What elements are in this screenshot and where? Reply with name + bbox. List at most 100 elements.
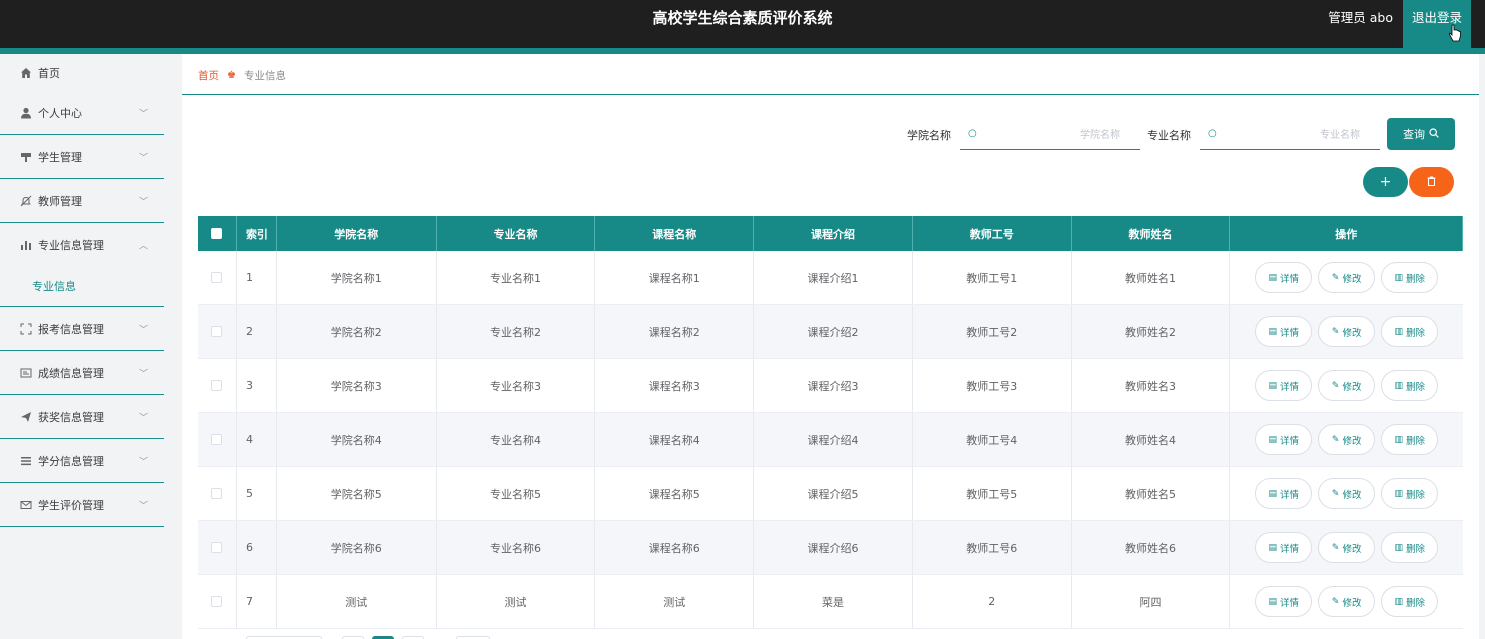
row-checkbox[interactable] bbox=[211, 434, 223, 445]
batch-delete-button[interactable] bbox=[1409, 167, 1454, 197]
table-cell: 专业名称2 bbox=[437, 305, 596, 358]
menu-icon bbox=[20, 455, 32, 467]
sidebar-item-label: 学生管理 bbox=[38, 150, 82, 164]
search-icon bbox=[1429, 127, 1439, 141]
row-checkbox[interactable] bbox=[211, 272, 223, 283]
college-search-box: ○ bbox=[960, 120, 1140, 150]
header-cell: 操作 bbox=[1230, 216, 1464, 251]
mail-icon bbox=[20, 499, 32, 511]
delete-button[interactable]: ▥ 删除 bbox=[1381, 586, 1439, 617]
sidebar-subitem-major-info[interactable]: 专业信息 bbox=[0, 267, 164, 307]
sidebar: 首页 个人中心 ﹀ 学生管理 ﹀ 教师管理 ﹀ 专业信息管理 ︿ 专业信息 报考… bbox=[0, 54, 164, 639]
header-cell: 专业名称 bbox=[437, 216, 596, 251]
trash-icon: ▥ bbox=[1394, 542, 1403, 553]
header-cell: 教师姓名 bbox=[1072, 216, 1231, 251]
table-cell: 教师工号3 bbox=[913, 359, 1072, 412]
delete-button-label: 删除 bbox=[1405, 273, 1425, 285]
sidebar-item-award-management[interactable]: 获奖信息管理 ﹀ bbox=[0, 395, 164, 439]
row-checkbox[interactable] bbox=[211, 488, 223, 499]
chevron-down-icon: ﹀ bbox=[138, 109, 148, 119]
table-cell: 学院名称2 bbox=[277, 305, 437, 358]
edit-button[interactable]: ✎ 修改 bbox=[1318, 478, 1376, 509]
major-search-input[interactable] bbox=[1224, 125, 1360, 145]
detail-button-label: 详情 bbox=[1279, 435, 1299, 447]
table-cell: 专业名称1 bbox=[437, 251, 596, 304]
delete-button[interactable]: ▥ 删除 bbox=[1381, 424, 1439, 455]
sidebar-item-student-management[interactable]: 学生管理 ﹀ bbox=[0, 135, 164, 179]
trash-icon: ▥ bbox=[1394, 272, 1403, 283]
sidebar-item-home[interactable]: 首页 bbox=[0, 54, 164, 91]
edit-button[interactable]: ✎ 修改 bbox=[1318, 532, 1376, 563]
table-cell: 课程介绍2 bbox=[754, 305, 913, 358]
edit-button[interactable]: ✎ 修改 bbox=[1318, 262, 1376, 293]
table-row: 3 学院名称3 专业名称3 课程名称3 课程介绍3 教师工号3 教师姓名3 ▤ 详情 ✎ 修改 ▥ 删除 bbox=[198, 359, 1463, 413]
document-icon: ▤ bbox=[1268, 542, 1277, 553]
sidebar-item-application-management[interactable]: 报考信息管理 ﹀ bbox=[0, 307, 164, 351]
row-checkbox[interactable] bbox=[211, 596, 223, 607]
college-search-input[interactable] bbox=[984, 125, 1120, 145]
row-select-cell bbox=[198, 305, 237, 358]
row-select-cell bbox=[198, 359, 237, 412]
header-cell: 索引 bbox=[237, 216, 277, 251]
detail-button[interactable]: ▤ 详情 bbox=[1255, 370, 1313, 401]
app-title: 高校学生综合素质评价系统 bbox=[652, 9, 833, 27]
trash-icon: ▥ bbox=[1394, 434, 1403, 445]
row-checkbox[interactable] bbox=[211, 326, 223, 337]
search-icon: ○ bbox=[968, 128, 977, 139]
detail-button[interactable]: ▤ 详情 bbox=[1255, 478, 1313, 509]
delete-button[interactable]: ▥ 删除 bbox=[1381, 262, 1439, 293]
breadcrumb-divider bbox=[182, 94, 1479, 95]
delete-button[interactable]: ▥ 删除 bbox=[1381, 370, 1439, 401]
delete-button[interactable]: ▥ 删除 bbox=[1381, 532, 1439, 563]
edit-button[interactable]: ✎ 修改 bbox=[1318, 586, 1376, 617]
edit-button[interactable]: ✎ 修改 bbox=[1318, 424, 1376, 455]
detail-button[interactable]: ▤ 详情 bbox=[1255, 532, 1313, 563]
row-select-cell bbox=[198, 251, 237, 304]
detail-button-label: 详情 bbox=[1279, 597, 1299, 609]
table-cell: 专业名称4 bbox=[437, 413, 596, 466]
search-icon: ○ bbox=[1208, 128, 1217, 139]
table-cell: 教师工号1 bbox=[913, 251, 1072, 304]
chevron-down-icon: ﹀ bbox=[138, 501, 148, 511]
detail-button[interactable]: ▤ 详情 bbox=[1255, 262, 1313, 293]
table-cell: 课程名称5 bbox=[595, 467, 755, 520]
detail-button[interactable]: ▤ 详情 bbox=[1255, 586, 1313, 617]
table-cell: 4 bbox=[237, 413, 277, 466]
sidebar-item-evaluation-management[interactable]: 学生评价管理 ﹀ bbox=[0, 483, 164, 527]
delete-button[interactable]: ▥ 删除 bbox=[1381, 316, 1439, 347]
document-icon: ▤ bbox=[1268, 596, 1277, 607]
detail-button[interactable]: ▤ 详情 bbox=[1255, 424, 1313, 455]
query-button[interactable]: 查询 bbox=[1387, 118, 1455, 150]
table-cell: 学院名称5 bbox=[277, 467, 437, 520]
pencil-icon: ✎ bbox=[1331, 488, 1340, 499]
delete-button[interactable]: ▥ 删除 bbox=[1381, 478, 1439, 509]
row-select-cell bbox=[198, 467, 237, 520]
sidebar-item-major-management[interactable]: 专业信息管理 ︿ bbox=[0, 223, 164, 267]
breadcrumb-home[interactable]: 首页 bbox=[198, 68, 219, 83]
query-button-label: 查询 bbox=[1403, 128, 1425, 141]
sidebar-item-credit-management[interactable]: 学分信息管理 ﹀ bbox=[0, 439, 164, 483]
detail-button-label: 详情 bbox=[1279, 327, 1299, 339]
delete-button-label: 删除 bbox=[1405, 381, 1425, 393]
row-checkbox[interactable] bbox=[211, 542, 223, 553]
breadcrumb-current: 专业信息 bbox=[243, 70, 286, 82]
table-cell: 课程介绍6 bbox=[754, 521, 913, 574]
edit-button[interactable]: ✎ 修改 bbox=[1318, 316, 1376, 347]
table-cell: 5 bbox=[237, 467, 277, 520]
row-checkbox[interactable] bbox=[211, 380, 223, 391]
table-cell: 7 bbox=[237, 575, 277, 628]
sidebar-item-teacher-management[interactable]: 教师管理 ﹀ bbox=[0, 179, 164, 223]
user-label: 管理员 abo bbox=[1328, 10, 1393, 25]
add-button[interactable]: + bbox=[1363, 167, 1408, 197]
edit-button-label: 修改 bbox=[1342, 381, 1362, 393]
edit-button-label: 修改 bbox=[1342, 543, 1362, 555]
select-all-checkbox[interactable] bbox=[211, 228, 223, 239]
table-cell: 教师姓名5 bbox=[1072, 467, 1231, 520]
chevron-down-icon: ﹀ bbox=[138, 369, 148, 379]
table-cell: 1 bbox=[237, 251, 277, 304]
sidebar-item-label: 专业信息管理 bbox=[38, 239, 104, 252]
detail-button[interactable]: ▤ 详情 bbox=[1255, 316, 1313, 347]
sidebar-item-personal-center[interactable]: 个人中心 ﹀ bbox=[0, 91, 164, 135]
edit-button[interactable]: ✎ 修改 bbox=[1318, 370, 1376, 401]
sidebar-item-score-management[interactable]: 成绩信息管理 ﹀ bbox=[0, 351, 164, 395]
